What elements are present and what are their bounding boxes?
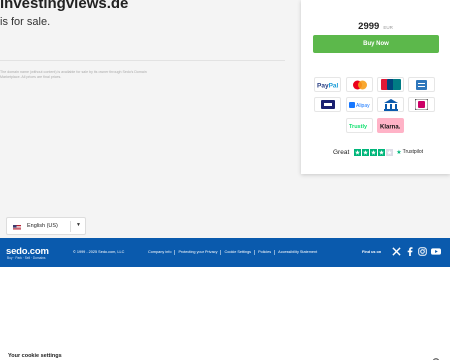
facebook-icon[interactable] bbox=[405, 247, 414, 256]
cookie-settings-title: Your cookie settings bbox=[8, 353, 62, 359]
domain-name: investingviews.de bbox=[0, 0, 129, 12]
svg-text:PayPal: PayPal bbox=[317, 82, 339, 89]
trustpilot-logo[interactable]: ★ Trustpilot bbox=[396, 149, 423, 156]
social-links bbox=[392, 247, 441, 256]
x-icon[interactable] bbox=[392, 247, 401, 256]
footer-link-accessibility[interactable]: Accessibility Statement bbox=[274, 250, 320, 255]
svg-text:Alipay: Alipay bbox=[356, 103, 370, 109]
star-icon bbox=[370, 148, 378, 156]
divider bbox=[0, 60, 285, 61]
star-icon bbox=[378, 148, 386, 156]
bank-transfer-icon bbox=[377, 97, 404, 112]
svg-text:Trustly: Trustly bbox=[349, 124, 368, 130]
price-row: 2999 EUR bbox=[301, 16, 450, 34]
instagram-icon[interactable] bbox=[418, 247, 427, 256]
trustpilot-star-icon: ★ bbox=[396, 149, 402, 156]
buy-now-button[interactable]: Buy Now bbox=[313, 35, 439, 53]
caret-down-icon: ▼ bbox=[76, 222, 81, 228]
trustly-icon: Trustly bbox=[346, 118, 373, 133]
globe-icon[interactable] bbox=[432, 353, 440, 360]
language-label: English (US) bbox=[27, 223, 58, 229]
trustpilot-rating: Great ★ Trustpilot bbox=[333, 147, 423, 157]
amex-icon bbox=[408, 77, 435, 92]
trustpilot-stars bbox=[354, 148, 394, 156]
star-icon bbox=[386, 148, 394, 156]
price: 2999 bbox=[358, 21, 380, 32]
youtube-icon[interactable] bbox=[431, 247, 441, 256]
copyright: © 1999 - 2025 Sedo.com, LLC bbox=[73, 250, 125, 254]
alipay-icon: Alipay bbox=[346, 97, 373, 112]
klarna-icon: Klarna. bbox=[377, 118, 404, 133]
trustpilot-rating-text: Great bbox=[333, 148, 350, 156]
footer: sedo.com Buy · Park · Sell · Domains © 1… bbox=[0, 238, 450, 267]
find-us-label: Find us on bbox=[362, 250, 382, 254]
footer-links: Company info Protecting your Privacy Coo… bbox=[148, 250, 320, 255]
paypal-icon: PayPal bbox=[314, 77, 341, 92]
footer-link-policies[interactable]: Policies bbox=[254, 250, 274, 255]
unionpay-icon bbox=[377, 77, 404, 92]
divider bbox=[70, 221, 71, 232]
svg-text:Klarna.: Klarna. bbox=[380, 124, 401, 130]
footer-link-cookie-settings[interactable]: Cookie Settings bbox=[220, 250, 254, 255]
for-sale-text: is for sale. bbox=[0, 16, 51, 28]
ideal-icon bbox=[408, 97, 435, 112]
footer-link-privacy[interactable]: Protecting your Privacy bbox=[174, 250, 220, 255]
star-icon bbox=[362, 148, 370, 156]
visa-icon bbox=[314, 97, 341, 112]
currency: EUR bbox=[383, 25, 393, 30]
sedo-tagline: Buy · Park · Sell · Domains bbox=[7, 256, 46, 260]
us-flag-icon bbox=[13, 217, 21, 235]
mastercard-icon bbox=[346, 77, 373, 92]
language-selector[interactable]: English (US) ▼ bbox=[6, 217, 86, 235]
star-icon bbox=[354, 148, 362, 156]
trustpilot-brand: Trustpilot bbox=[402, 149, 424, 155]
footer-link-company-info[interactable]: Company info bbox=[148, 250, 174, 255]
fine-print: The domain name (without content) is ava… bbox=[0, 70, 147, 79]
